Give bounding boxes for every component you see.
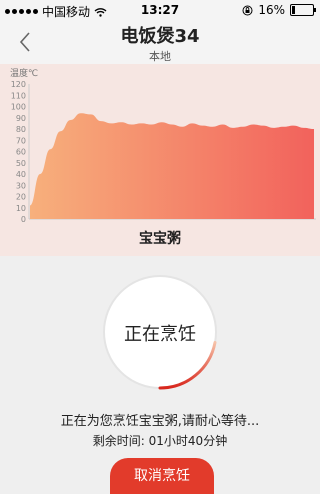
rotation-lock-icon — [242, 5, 253, 15]
battery-percent: 16% — [258, 3, 285, 17]
y-tick-label: 80 — [16, 125, 26, 134]
temperature-chart-panel: 温度℃ 0 10 20 30 40 50 60 70 80 90 100 110 120 宝宝粥 — [0, 64, 320, 256]
nav-bar: 电饭煲34 本地 — [0, 20, 320, 64]
battery-fill — [292, 6, 295, 14]
temperature-area — [30, 113, 314, 219]
cooking-status: 正在烹饪 — [124, 324, 196, 345]
y-tick-label: 40 — [16, 170, 26, 179]
y-tick-label: 60 — [16, 148, 26, 157]
y-axis-label: 温度℃ — [10, 67, 38, 79]
y-tick-label: 20 — [16, 193, 26, 202]
temperature-chart: 温度℃ 0 10 20 30 40 50 60 70 80 90 100 110 120 — [10, 67, 316, 224]
status-right: 16% — [242, 3, 316, 17]
y-tick-label: 120 — [11, 80, 26, 89]
y-tick-label: 90 — [16, 114, 26, 123]
remaining-time: 剩余时间: 01小时40分钟 — [92, 434, 228, 448]
cancel-cooking-button[interactable]: 取消烹饪 — [110, 458, 214, 494]
cooking-progress-ring: 正在烹饪 — [100, 272, 220, 392]
y-tick-label: 100 — [11, 103, 26, 112]
status-bar: 中国移动 13:27 16% — [0, 0, 320, 20]
recipe-name: 宝宝粥 — [139, 231, 181, 247]
page-title: 电饭煲34 — [120, 26, 200, 47]
page-subtitle: 本地 — [149, 50, 171, 63]
y-tick-label: 30 — [16, 181, 26, 190]
y-tick-label: 70 — [16, 136, 26, 145]
y-tick-label: 10 — [16, 204, 26, 213]
y-tick-label: 110 — [11, 91, 26, 100]
y-tick-label: 0 — [21, 215, 26, 224]
y-tick-label: 50 — [16, 159, 26, 168]
battery-icon — [290, 4, 316, 16]
cooking-message: 正在为您烹饪宝宝粥,请耐心等待... — [60, 414, 260, 429]
